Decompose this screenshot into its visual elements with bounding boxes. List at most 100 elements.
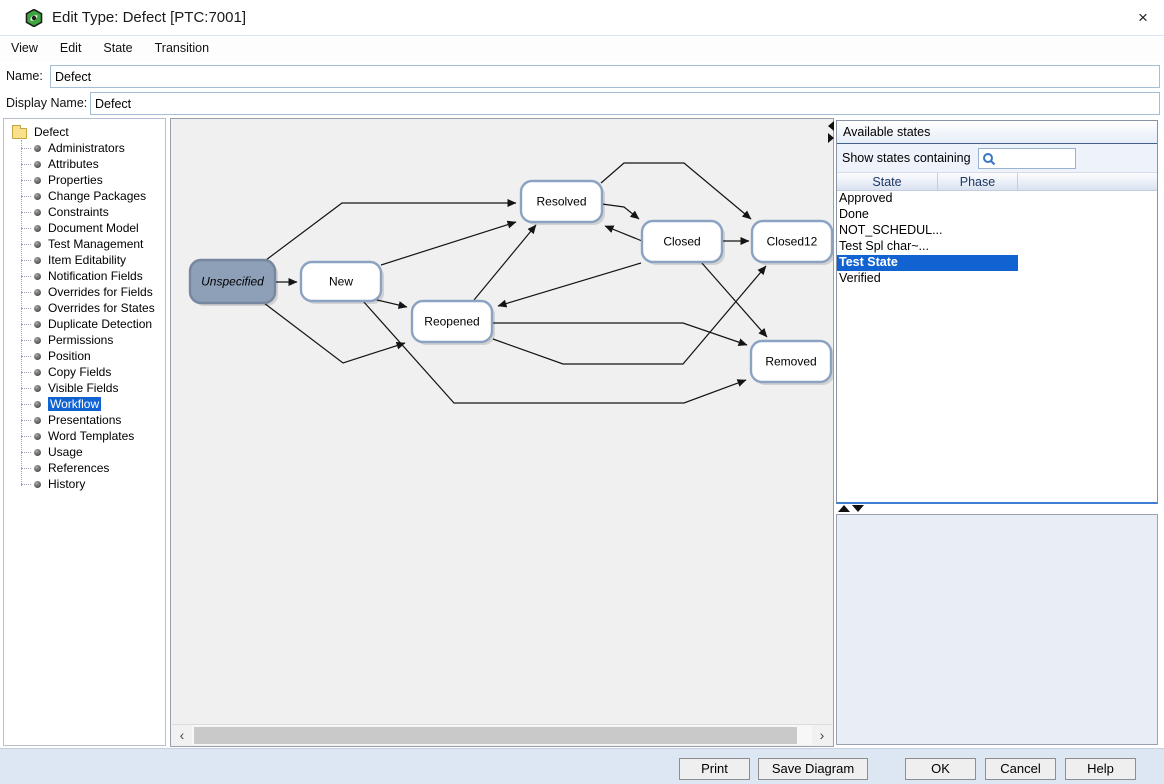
filter-label: Show states containing xyxy=(842,151,971,165)
sidebar-item-history[interactable]: History xyxy=(4,476,165,492)
display-name-field[interactable] xyxy=(90,92,1160,115)
sidebar-item-position[interactable]: Position xyxy=(4,348,165,364)
sidebar-item-administrators[interactable]: Administrators xyxy=(4,140,165,156)
transition-closed-to-reopened[interactable] xyxy=(498,263,641,306)
sidebar-item-duplicate-detection[interactable]: Duplicate Detection xyxy=(4,316,165,332)
state-node-resolved[interactable]: Resolved xyxy=(521,181,605,225)
sidebar-item-copy-fields[interactable]: Copy Fields xyxy=(4,364,165,380)
sidebar-item-change-packages[interactable]: Change Packages xyxy=(4,188,165,204)
name-field[interactable] xyxy=(50,65,1160,88)
panel-splitter[interactable] xyxy=(828,121,835,145)
sidebar-item-word-templates[interactable]: Word Templates xyxy=(4,428,165,444)
sidebar-item-properties[interactable]: Properties xyxy=(4,172,165,188)
tree-item-label: Attributes xyxy=(48,157,99,171)
sidebar-item-constraints[interactable]: Constraints xyxy=(4,204,165,220)
tree-branch-line xyxy=(21,340,31,341)
transition-reopened-to-closed12[interactable] xyxy=(493,266,766,364)
scrollbar-thumb[interactable] xyxy=(194,727,797,744)
tree-node-icon xyxy=(34,289,41,296)
tree-branch-line xyxy=(21,276,31,277)
sidebar-item-notification-fields[interactable]: Notification Fields xyxy=(4,268,165,284)
states-search-box[interactable] xyxy=(978,148,1076,169)
state-row-not-schedul[interactable]: NOT_SCHEDUL... xyxy=(837,223,1157,239)
node-label: New xyxy=(329,275,353,289)
sidebar-item-item-editability[interactable]: Item Editability xyxy=(4,252,165,268)
state-row-approved[interactable]: Approved xyxy=(837,191,1157,207)
sidebar-item-document-model[interactable]: Document Model xyxy=(4,220,165,236)
state-node-new[interactable]: New xyxy=(301,262,384,304)
scroll-right-icon[interactable]: › xyxy=(812,725,832,746)
ok-button[interactable]: OK xyxy=(905,758,976,780)
states-detail-panel xyxy=(836,514,1158,745)
collapse-down-icon[interactable] xyxy=(852,505,864,512)
state-node-reopened[interactable]: Reopened xyxy=(412,301,495,345)
state-row-done[interactable]: Done xyxy=(837,207,1157,223)
sidebar-item-test-management[interactable]: Test Management xyxy=(4,236,165,252)
transition-resolved-to-closed12[interactable] xyxy=(601,163,751,219)
transition-new-to-resolved[interactable] xyxy=(381,222,516,265)
sidebar-item-references[interactable]: References xyxy=(4,460,165,476)
sidebar-item-permissions[interactable]: Permissions xyxy=(4,332,165,348)
tree-branch-line xyxy=(21,196,31,197)
transition-unspecified-to-reopened[interactable] xyxy=(264,303,405,363)
sidebar-item-presentations[interactable]: Presentations xyxy=(4,412,165,428)
type-tree-panel: Defect AdministratorsAttributesPropertie… xyxy=(3,118,166,746)
menu-state[interactable]: State xyxy=(92,37,143,62)
tree-item-label: Constraints xyxy=(48,205,109,219)
transition-unspecified-to-resolved[interactable] xyxy=(266,203,516,260)
menu-transition[interactable]: Transition xyxy=(144,37,220,62)
state-node-closed12[interactable]: Closed12 xyxy=(752,221,833,265)
collapse-right-icon[interactable] xyxy=(828,133,834,143)
tree-item-label: Position xyxy=(48,349,91,363)
tree-branch-line xyxy=(21,244,31,245)
state-node-closed[interactable]: Closed xyxy=(642,221,725,265)
states-search-input[interactable] xyxy=(999,150,1073,167)
state-row-test-spl-char[interactable]: Test Spl char~... xyxy=(837,239,1157,255)
state-node-removed[interactable]: Removed xyxy=(751,341,833,385)
tree-root-defect[interactable]: Defect xyxy=(4,124,165,140)
node-label: Removed xyxy=(765,355,816,369)
sidebar-item-overrides-for-states[interactable]: Overrides for States xyxy=(4,300,165,316)
sidebar-item-overrides-for-fields[interactable]: Overrides for Fields xyxy=(4,284,165,300)
column-header-state[interactable]: State xyxy=(837,173,938,190)
tree-item-label: Permissions xyxy=(48,333,113,347)
menu-edit[interactable]: Edit xyxy=(49,37,93,62)
collapse-left-icon[interactable] xyxy=(828,121,834,131)
menu-view[interactable]: View xyxy=(0,37,49,62)
node-label: Resolved xyxy=(536,195,586,209)
cancel-button[interactable]: Cancel xyxy=(985,758,1056,780)
state-row-test-state[interactable]: Test State xyxy=(837,255,1018,271)
state-row-verified[interactable]: Verified xyxy=(837,271,1157,287)
available-states-panel: Available states Show states containing … xyxy=(836,120,1158,504)
tree-node-icon xyxy=(34,161,41,168)
tree-item-label: Document Model xyxy=(48,221,139,235)
tree-branch-line xyxy=(21,308,31,309)
transition-closed-to-removed[interactable] xyxy=(701,262,767,337)
tree-branch-line xyxy=(21,164,31,165)
node-label: Closed xyxy=(663,235,700,249)
tree-branch-line xyxy=(21,324,31,325)
state-node-unspecified[interactable]: Unspecified xyxy=(190,260,278,306)
transition-resolved-to-closed[interactable] xyxy=(602,204,639,219)
sidebar-item-attributes[interactable]: Attributes xyxy=(4,156,165,172)
save-diagram-button[interactable]: Save Diagram xyxy=(758,758,868,780)
sidebar-item-usage[interactable]: Usage xyxy=(4,444,165,460)
tree-node-icon xyxy=(34,209,41,216)
states-splitter[interactable] xyxy=(838,505,864,512)
tree-branch-line xyxy=(21,372,31,373)
tree-item-label: Workflow xyxy=(48,397,101,411)
workflow-canvas[interactable]: Unspecified New Resolved Closed Closed12 Reop… xyxy=(171,119,833,724)
column-header-phase[interactable]: Phase xyxy=(938,173,1018,190)
transition-closed-to-resolved[interactable] xyxy=(605,226,642,241)
close-icon[interactable]: × xyxy=(1134,9,1152,27)
print-button[interactable]: Print xyxy=(679,758,750,780)
sidebar-item-workflow[interactable]: Workflow xyxy=(4,396,165,412)
sidebar-item-visible-fields[interactable]: Visible Fields xyxy=(4,380,165,396)
transition-reopened-to-resolved[interactable] xyxy=(474,225,536,300)
collapse-up-icon[interactable] xyxy=(838,505,850,512)
scroll-left-icon[interactable]: ‹ xyxy=(172,725,192,746)
help-button[interactable]: Help xyxy=(1065,758,1136,780)
diagram-horizontal-scrollbar[interactable]: ‹ › xyxy=(172,724,832,745)
workflow-diagram-panel: Unspecified New Resolved Closed Closed12 Reop… xyxy=(170,118,834,747)
tree-node-icon xyxy=(34,321,41,328)
